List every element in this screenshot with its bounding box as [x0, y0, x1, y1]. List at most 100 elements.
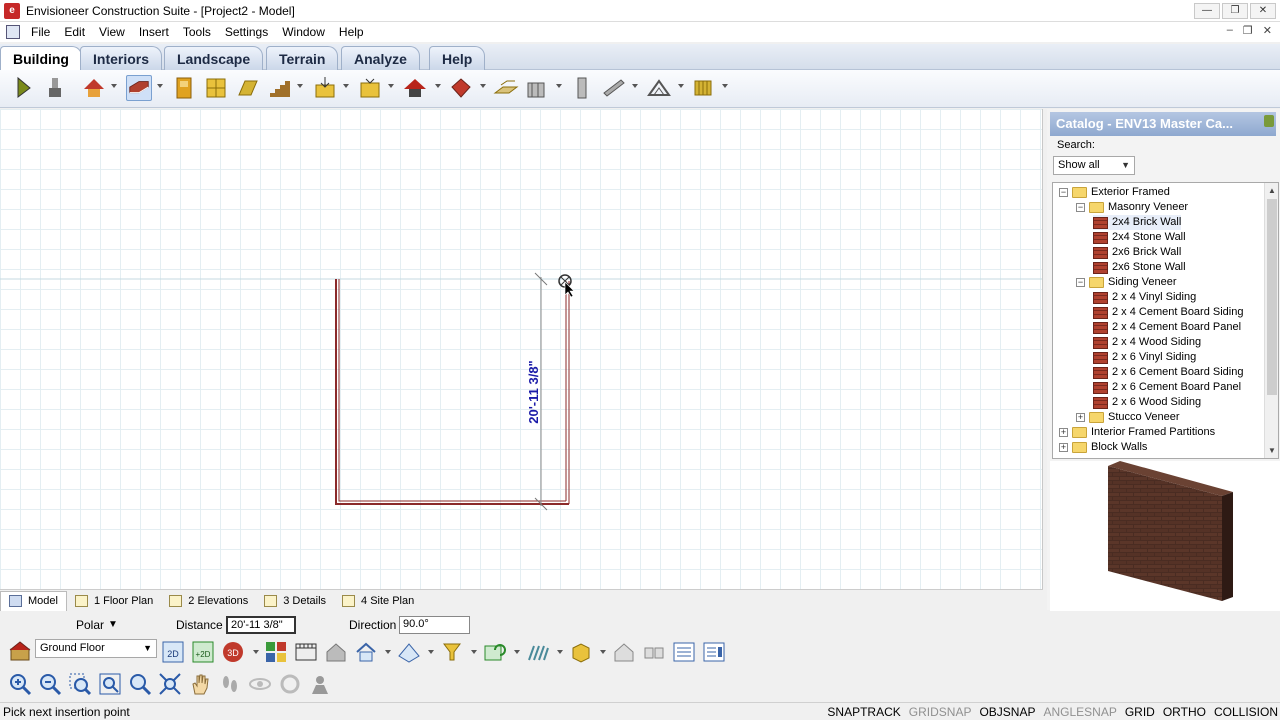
view-split-2d-icon[interactable]: +2D [191, 640, 215, 664]
orbit-icon[interactable] [248, 672, 272, 696]
roof-house-icon[interactable] [81, 75, 107, 101]
door-icon[interactable] [171, 75, 197, 101]
menu-file[interactable]: File [24, 22, 57, 42]
zoom-out-icon[interactable] [38, 672, 62, 696]
look-around-icon[interactable] [308, 672, 332, 696]
sheet-tab-details[interactable]: 3 Details [256, 591, 334, 611]
railing-icon[interactable] [691, 75, 717, 101]
cube-view-dropdown-icon[interactable] [600, 650, 606, 654]
stair-icon[interactable] [267, 75, 293, 101]
tree-item[interactable]: 2 x 4 Wood Siding [1093, 335, 1201, 350]
grid-toggle[interactable]: GRID [1125, 705, 1155, 719]
menu-tools[interactable]: Tools [176, 22, 218, 42]
expand-icon[interactable]: + [1059, 443, 1068, 452]
tree-folder[interactable]: − Masonry Veneer [1076, 200, 1188, 215]
paint-brush-icon[interactable] [42, 75, 68, 101]
zoom-all-icon[interactable] [158, 672, 182, 696]
cube-view-icon[interactable] [569, 640, 593, 664]
catalog-tree[interactable]: − Exterior Framed − Masonry Veneer 2x4 Brick… [1052, 182, 1279, 459]
expand-icon[interactable]: + [1076, 413, 1085, 422]
distance-input[interactable]: 20'-11 3/8" [226, 616, 296, 634]
lighting-dropdown-icon[interactable] [471, 650, 477, 654]
restore-button[interactable]: ❐ [1222, 3, 1248, 19]
window-icon[interactable] [203, 75, 229, 101]
menu-settings[interactable]: Settings [218, 22, 275, 42]
floor-level-select[interactable]: Ground Floor ▼ [35, 639, 157, 658]
lighting-icon[interactable] [440, 640, 464, 664]
scroll-down-icon[interactable]: ▼ [1268, 446, 1276, 455]
tree-folder[interactable]: + Interior Framed Partitions [1059, 425, 1215, 440]
wall-dropdown-icon[interactable] [157, 84, 163, 88]
roof-view-icon[interactable] [397, 640, 421, 664]
compare-view-icon[interactable] [642, 640, 666, 664]
menu-window[interactable]: Window [275, 22, 332, 42]
render-icon[interactable] [264, 640, 288, 664]
railing-dropdown-icon[interactable] [722, 84, 728, 88]
layer-settings-icon[interactable] [702, 640, 726, 664]
walkthrough-icon[interactable] [294, 640, 318, 664]
tree-folder[interactable]: − Siding Veneer [1076, 275, 1177, 290]
mdi-minimize-icon[interactable]: – [1227, 24, 1233, 37]
roof-icon[interactable] [402, 75, 428, 101]
sheet-tab-model[interactable]: Model [0, 590, 67, 611]
tree-item[interactable]: 2x4 Brick Wall [1093, 215, 1182, 230]
tree-folder[interactable]: + Stucco Veneer [1076, 410, 1180, 425]
polar-mode-button[interactable]: Polar [76, 618, 104, 632]
pin-icon[interactable] [1264, 115, 1274, 127]
tab-analyze[interactable]: Analyze [341, 46, 420, 70]
tree-item[interactable]: 2 x 6 Vinyl Siding [1093, 350, 1196, 365]
ortho-toggle[interactable]: ORTHO [1163, 705, 1206, 719]
tree-item[interactable]: 2x4 Stone Wall [1093, 230, 1186, 245]
polar-dropdown-icon[interactable]: ▼ [108, 619, 118, 630]
ceiling-dropdown-icon[interactable] [343, 84, 349, 88]
tab-interiors[interactable]: Interiors [80, 46, 163, 70]
house-view-icon[interactable] [354, 640, 378, 664]
column-icon[interactable] [569, 75, 595, 101]
menu-help[interactable]: Help [332, 22, 371, 42]
stair-dropdown-icon[interactable] [297, 84, 303, 88]
mdi-close-icon[interactable]: ✕ [1263, 24, 1272, 37]
framing-icon[interactable] [646, 75, 672, 101]
floor-levels-icon[interactable] [8, 639, 32, 663]
roof-view-dropdown-icon[interactable] [428, 650, 434, 654]
roof-tool-dropdown-icon[interactable] [435, 84, 441, 88]
sheet-tab-site-plan[interactable]: 4 Site Plan [334, 591, 422, 611]
view-3d-dropdown-icon[interactable] [253, 650, 259, 654]
rotate-view-icon[interactable] [278, 672, 302, 696]
zoom-window-icon[interactable] [68, 672, 92, 696]
tree-item[interactable]: 2x6 Stone Wall [1093, 260, 1186, 275]
floor-dropdown-icon[interactable] [388, 84, 394, 88]
tree-item[interactable]: 2 x 6 Cement Board Siding [1093, 365, 1243, 380]
foundation-dropdown-icon[interactable] [556, 84, 562, 88]
tab-landscape[interactable]: Landscape [164, 46, 264, 70]
scroll-up-icon[interactable]: ▲ [1268, 186, 1276, 195]
sheet-tab-elevations[interactable]: 2 Elevations [161, 591, 256, 611]
exterior-view-icon[interactable] [612, 640, 636, 664]
tab-help[interactable]: Help [429, 46, 486, 70]
minimize-button[interactable]: — [1194, 3, 1220, 19]
opening-icon[interactable] [235, 75, 261, 101]
tab-terrain[interactable]: Terrain [266, 46, 339, 70]
collapse-icon[interactable]: − [1076, 278, 1085, 287]
dormer-dropdown-icon[interactable] [480, 84, 486, 88]
snaptrack-toggle[interactable]: SNAPTRACK [827, 705, 900, 719]
expand-icon[interactable]: + [1059, 428, 1068, 437]
beam-dropdown-icon[interactable] [632, 84, 638, 88]
drawing-canvas[interactable]: 20'-11 3/8" [0, 109, 1043, 589]
zoom-extents-icon[interactable] [98, 672, 122, 696]
select-pointer-icon[interactable] [11, 75, 37, 101]
menu-insert[interactable]: Insert [132, 22, 176, 42]
fence-dropdown-icon[interactable] [557, 650, 563, 654]
anglesnap-toggle[interactable]: ANGLESNAP [1043, 705, 1116, 719]
foundation-icon[interactable] [524, 75, 550, 101]
objsnap-toggle[interactable]: OBJSNAP [979, 705, 1035, 719]
collapse-icon[interactable]: − [1076, 203, 1085, 212]
refresh-dropdown-icon[interactable] [514, 650, 520, 654]
slab-icon[interactable] [493, 75, 519, 101]
collision-toggle[interactable]: COLLISION [1214, 705, 1278, 719]
close-button[interactable]: ✕ [1250, 3, 1276, 19]
menu-edit[interactable]: Edit [57, 22, 92, 42]
elevation-view-icon[interactable] [324, 640, 348, 664]
tree-item[interactable]: 2x6 Brick Wall [1093, 245, 1181, 260]
direction-input[interactable]: 90.0° [399, 616, 470, 634]
